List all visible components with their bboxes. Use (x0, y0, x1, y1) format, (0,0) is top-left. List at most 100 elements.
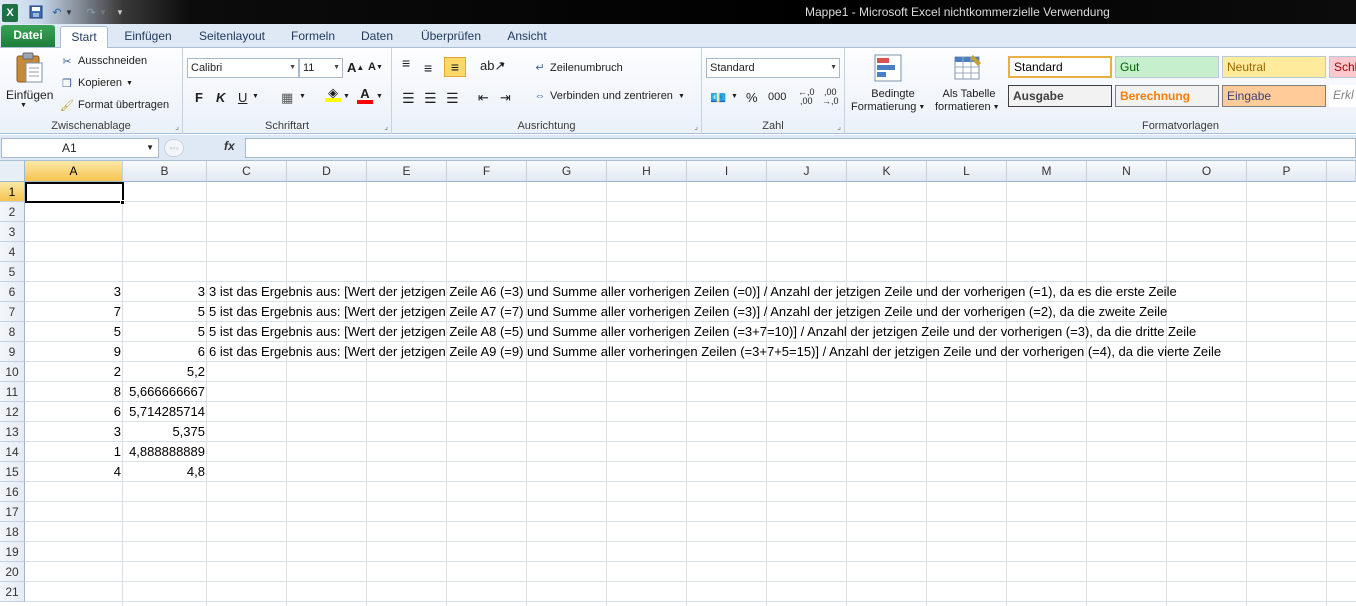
cell-style-standard[interactable]: Standard (1008, 56, 1112, 78)
cell-c8[interactable]: 5 ist das Ergebnis aus: [Wert der jetzig… (207, 322, 1198, 342)
thousands-button[interactable]: 000 (768, 91, 786, 103)
wrap-text-button[interactable]: ↵ Zeilenumbruch (532, 61, 622, 75)
cell-style-eingabe[interactable]: Eingabe (1222, 85, 1326, 107)
column-header-d[interactable]: D (287, 161, 367, 182)
shrink-font-icon[interactable]: A ▼ (368, 61, 383, 73)
cut-button[interactable]: ✂ Ausschneiden (59, 53, 147, 69)
undo-dropdown-icon[interactable]: ▼ (65, 3, 73, 21)
cell-c9[interactable]: 6 ist das Ergebnis aus: [Wert der jetzig… (207, 342, 1223, 362)
row-header-15[interactable]: 15 (0, 462, 25, 482)
cell-b6[interactable]: 3 (123, 282, 207, 302)
increase-indent-icon[interactable]: ⇥ (500, 90, 511, 106)
increase-decimal-icon[interactable]: ←,0,00 (798, 88, 815, 106)
row-header-16[interactable]: 16 (0, 482, 25, 502)
grow-font-icon[interactable]: A ▲ (347, 60, 364, 75)
align-right-icon[interactable]: ☰ (446, 90, 459, 107)
format-as-table-icon[interactable] (953, 53, 983, 83)
row-header-2[interactable]: 2 (0, 202, 25, 222)
cell-a11[interactable]: 8 (25, 382, 123, 402)
tab-insert[interactable]: Einfügen (114, 26, 182, 48)
cell-b8[interactable]: 5 (123, 322, 207, 342)
paste-label[interactable]: Einfügen (6, 88, 53, 102)
number-format-box[interactable]: Standard ▼ (706, 58, 840, 78)
cell-style-gut[interactable]: Gut (1115, 56, 1219, 78)
font-name-box[interactable]: Calibri ▼ (187, 58, 299, 78)
decrease-decimal-icon[interactable]: ,00 →,0 (822, 88, 839, 106)
fill-handle[interactable] (120, 200, 125, 205)
format-painter-button[interactable]: 🖌 Format übertragen (59, 97, 169, 113)
cell-b10[interactable]: 5,2 (123, 362, 207, 382)
currency-icon[interactable]: 💶 (710, 90, 726, 106)
cell-style-berechnung[interactable]: Berechnung (1115, 85, 1219, 107)
row-header-21[interactable]: 21 (0, 582, 25, 602)
row-header-20[interactable]: 20 (0, 562, 25, 582)
cell-style-ausgabe[interactable]: Ausgabe (1008, 85, 1112, 107)
conditional-formatting-icon[interactable] (873, 53, 903, 83)
percent-button[interactable]: % (746, 90, 758, 105)
column-header-b[interactable]: B (123, 161, 207, 182)
merge-dropdown-icon[interactable]: ▼ (678, 93, 685, 100)
tab-file[interactable]: Datei (1, 25, 55, 47)
cell-b13[interactable]: 5,375 (123, 422, 207, 442)
conditional-formatting-label-1[interactable]: Bedingte (853, 88, 933, 100)
fill-color-button[interactable]: ◈ (325, 86, 341, 102)
align-left-icon[interactable]: ☰ (402, 90, 415, 107)
cell-b7[interactable]: 5 (123, 302, 207, 322)
paste-dropdown-icon[interactable]: ▼ (20, 102, 27, 109)
cell-a14[interactable]: 1 (25, 442, 123, 462)
font-color-dropdown-icon[interactable]: ▼ (376, 93, 383, 100)
row-header-5[interactable]: 5 (0, 262, 25, 282)
conditional-formatting-label-2[interactable]: Formatierung ▼ (851, 101, 925, 113)
column-header-h[interactable]: H (607, 161, 687, 182)
row-header-11[interactable]: 11 (0, 382, 25, 402)
cell-a8[interactable]: 5 (25, 322, 123, 342)
cell-a12[interactable]: 6 (25, 402, 123, 422)
tab-start[interactable]: Start (60, 26, 108, 49)
font-size-box[interactable]: 11 ▼ (299, 58, 343, 78)
redo-icon[interactable]: ↷ (84, 3, 98, 21)
row-header-12[interactable]: 12 (0, 402, 25, 422)
row-header-4[interactable]: 4 (0, 242, 25, 262)
cell-c7[interactable]: 5 ist das Ergebnis aus: [Wert der jetzig… (207, 302, 1169, 322)
column-header-o[interactable]: O (1167, 161, 1247, 182)
cell-style-schl[interactable]: Schl (1329, 56, 1356, 78)
cell-b11[interactable]: 5,666666667 (123, 382, 207, 402)
align-middle-icon[interactable]: ≡ (424, 60, 432, 76)
cell-a9[interactable]: 9 (25, 342, 123, 362)
border-dropdown-icon[interactable]: ▼ (299, 93, 306, 100)
tab-review[interactable]: Überprüfen (412, 26, 490, 48)
currency-dropdown-icon[interactable]: ▼ (731, 93, 738, 100)
underline-button[interactable]: U (238, 90, 247, 105)
column-header-p[interactable]: P (1247, 161, 1327, 182)
formula-input[interactable] (245, 138, 1356, 158)
column-header-e[interactable]: E (367, 161, 447, 182)
fill-color-dropdown-icon[interactable]: ▼ (343, 93, 350, 100)
tab-data[interactable]: Daten (352, 26, 402, 48)
undo-icon[interactable]: ↶ (50, 3, 64, 21)
align-bottom-icon[interactable]: ≡ (444, 57, 466, 77)
column-header-i[interactable]: I (687, 161, 767, 182)
formula-bar-handle[interactable]: ◦◦◦ (164, 139, 184, 157)
cell-a7[interactable]: 7 (25, 302, 123, 322)
italic-button[interactable]: K (216, 90, 225, 105)
cell-b12[interactable]: 5,714285714 (123, 402, 207, 422)
copy-dropdown-icon[interactable]: ▼ (126, 80, 133, 87)
font-color-button[interactable]: A (357, 87, 373, 104)
column-header-c[interactable]: C (207, 161, 287, 182)
cell-style-neutral[interactable]: Neutral (1222, 56, 1326, 78)
alignment-launcher-icon[interactable]: ⌟ (694, 122, 698, 131)
underline-dropdown-icon[interactable]: ▼ (252, 93, 259, 100)
column-header-k[interactable]: K (847, 161, 927, 182)
cell-c6[interactable]: 3 ist das Ergebnis aus: [Wert der jetzig… (207, 282, 1179, 302)
row-header-6[interactable]: 6 (0, 282, 25, 302)
decrease-indent-icon[interactable]: ⇤ (478, 90, 489, 106)
format-as-table-label-1[interactable]: Als Tabelle (931, 88, 1007, 100)
orientation-dropdown-icon[interactable]: ▼ (499, 62, 506, 69)
row-header-17[interactable]: 17 (0, 502, 25, 522)
row-header-7[interactable]: 7 (0, 302, 25, 322)
column-header-f[interactable]: F (447, 161, 527, 182)
number-launcher-icon[interactable]: ⌟ (837, 122, 841, 131)
paste-button[interactable] (14, 52, 44, 84)
name-box[interactable]: A1 ▼ (1, 138, 159, 158)
customize-toolbar-icon[interactable]: ▼ (115, 3, 125, 21)
